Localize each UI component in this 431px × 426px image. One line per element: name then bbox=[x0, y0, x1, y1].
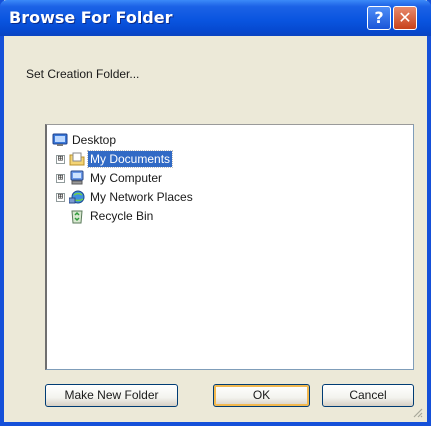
tree-node-label: Desktop bbox=[72, 133, 117, 147]
tree-node-label: My Computer bbox=[90, 171, 163, 185]
folder-documents-icon bbox=[69, 152, 85, 166]
window-title: Browse For Folder bbox=[9, 8, 173, 27]
help-icon: ? bbox=[374, 8, 384, 27]
help-button[interactable]: ? bbox=[367, 6, 391, 30]
resize-grip-icon[interactable] bbox=[411, 406, 423, 418]
recycle-bin-icon bbox=[71, 210, 83, 224]
close-button[interactable]: ✕ bbox=[393, 6, 417, 30]
make-new-folder-button[interactable]: Make New Folder bbox=[45, 384, 178, 407]
browse-for-folder-dialog: Browse For Folder ? ✕ Set Creation Folde… bbox=[0, 0, 431, 426]
close-icon: ✕ bbox=[398, 8, 412, 27]
dialog-prompt: Set Creation Folder... bbox=[26, 67, 140, 81]
tree-node-label: Recycle Bin bbox=[90, 209, 154, 223]
ok-button[interactable]: OK bbox=[213, 384, 310, 407]
folder-tree[interactable]: Desktop ⊞ My Documents ⊞ My Computer ⊞ M… bbox=[45, 124, 414, 370]
expand-icon[interactable]: ⊞ bbox=[56, 155, 65, 164]
title-bar[interactable]: Browse For Folder ? ✕ bbox=[0, 0, 431, 36]
network-places-icon bbox=[69, 190, 85, 204]
cancel-button[interactable]: Cancel bbox=[322, 384, 414, 407]
desktop-icon bbox=[52, 133, 68, 146]
tree-node-label: My Documents bbox=[86, 150, 174, 168]
expand-icon[interactable]: ⊞ bbox=[56, 174, 65, 183]
expand-icon[interactable]: ⊞ bbox=[56, 193, 65, 202]
computer-icon bbox=[70, 170, 84, 185]
tree-node-label: My Network Places bbox=[90, 190, 193, 204]
